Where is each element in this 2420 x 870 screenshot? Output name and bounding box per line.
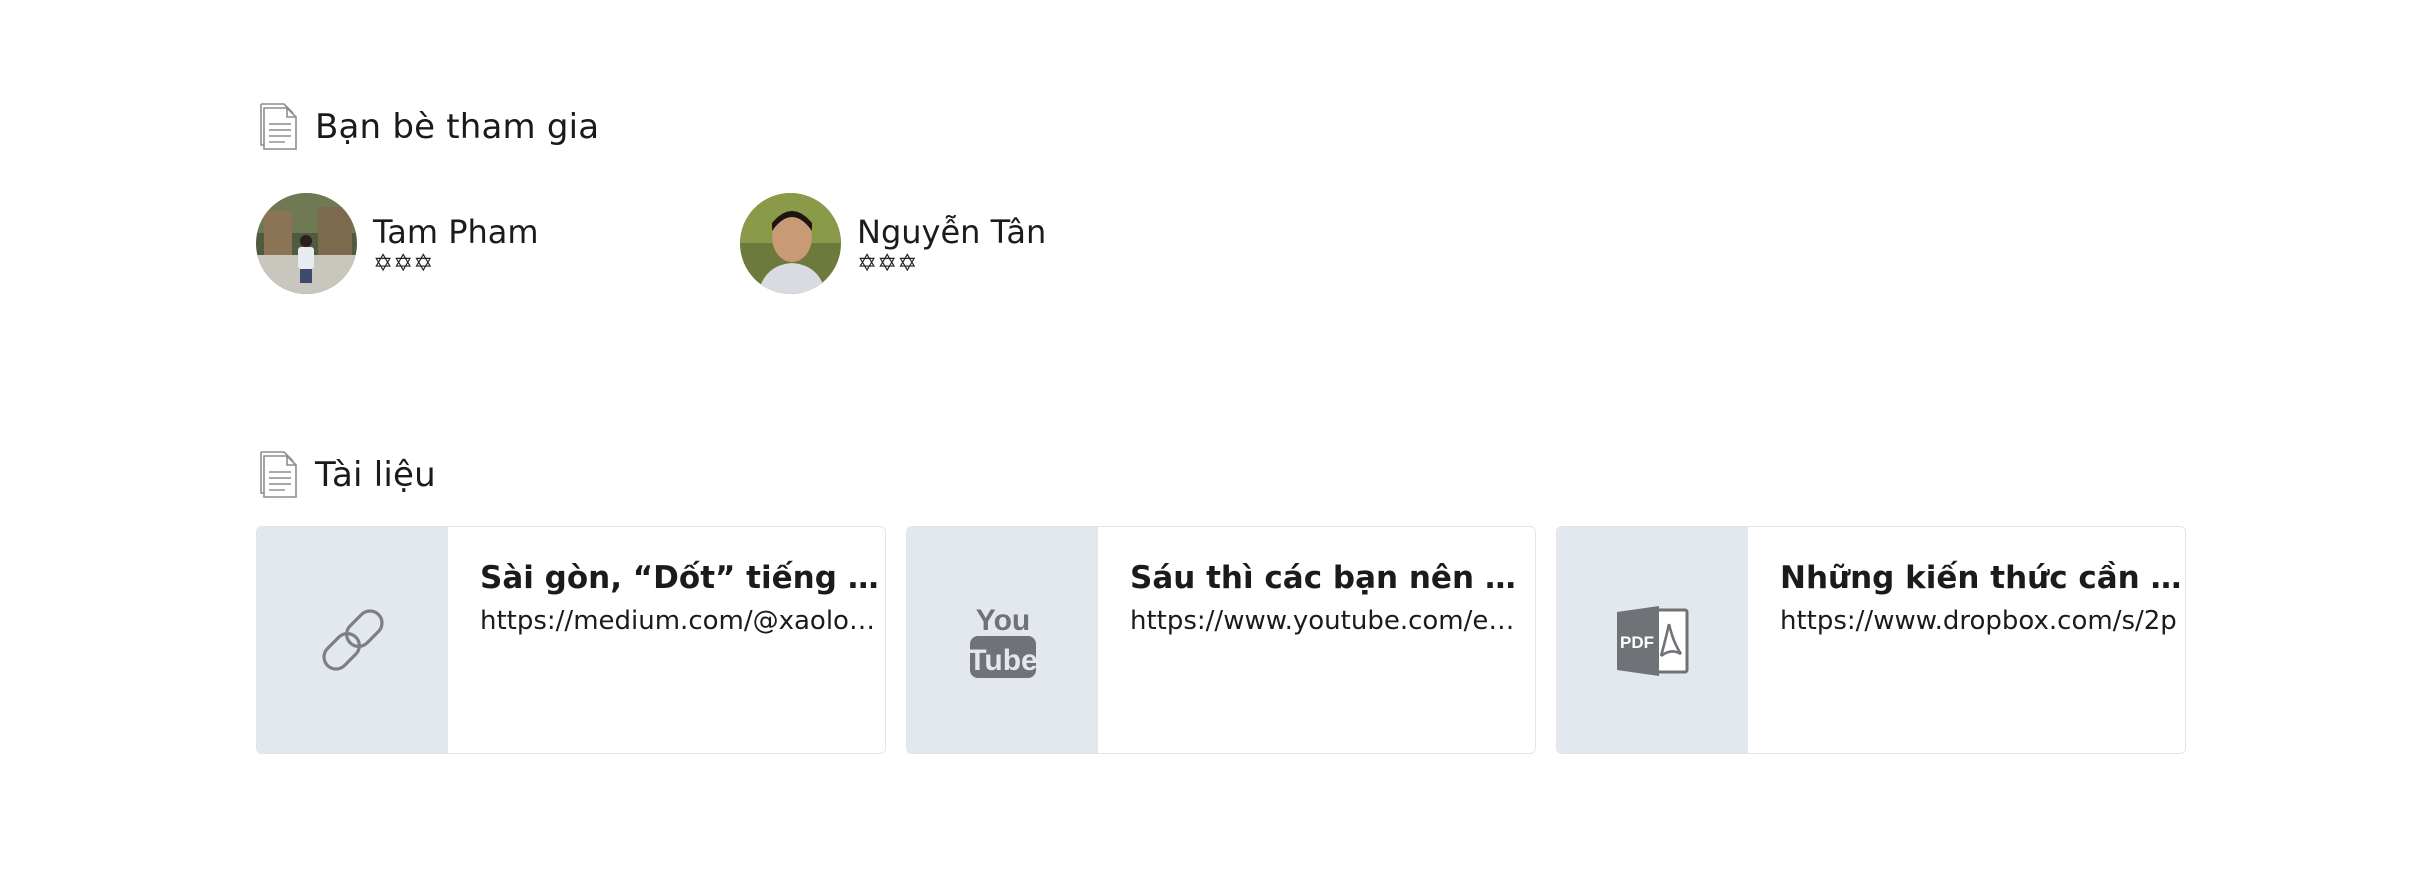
friend-item-nguyen-tan[interactable]: Nguyễn Tân ✡✡✡ <box>740 193 1046 294</box>
documents-section-title: Tài liệu <box>315 455 436 495</box>
friend-item-tam-pham[interactable]: Tam Pham ✡✡✡ <box>256 193 539 294</box>
friend-name[interactable]: Nguyễn Tân <box>857 212 1046 252</box>
friend-name[interactable]: Tam Pham <box>373 212 539 252</box>
svg-text:Tube: Tube <box>968 644 1037 677</box>
document-thumbnail[interactable] <box>257 527 448 753</box>
document-title[interactable]: Những kiến thức cần chuẩn bị <box>1780 557 2185 599</box>
svg-text:You: You <box>975 604 1029 637</box>
pdf-icon: PDF <box>1616 606 1688 676</box>
document-url[interactable]: https://www.youtube.com/embed/ <box>1130 603 1535 639</box>
document-url[interactable]: https://medium.com/@xaolonisme <box>480 603 885 639</box>
document-card-link[interactable]: Sài gòn, “Dốt” tiếng anh lắm https://med… <box>256 526 886 754</box>
avatar[interactable] <box>256 193 357 294</box>
document-icon <box>260 103 297 150</box>
document-title[interactable]: Sài gòn, “Dốt” tiếng anh lắm <box>480 557 885 599</box>
document-icon <box>260 451 297 498</box>
documents-section-header: Tài liệu <box>259 450 436 500</box>
document-title[interactable]: Sáu thì các bạn nên ưu tiên học <box>1130 557 1535 599</box>
document-thumbnail[interactable]: PDF <box>1557 527 1748 753</box>
avatar[interactable] <box>740 193 841 294</box>
friend-rating-stars: ✡✡✡ <box>857 248 918 277</box>
document-card-youtube[interactable]: You Tube Sáu thì các bạn nên ưu tiên học… <box>906 526 1536 754</box>
youtube-icon: You Tube <box>968 604 1037 678</box>
friends-section-title: Bạn bè tham gia <box>315 107 600 147</box>
document-thumbnail[interactable]: You Tube <box>907 527 1098 753</box>
friends-section-header: Bạn bè tham gia <box>259 102 599 152</box>
document-card-pdf[interactable]: PDF Những kiến thức cần chuẩn bị https:/… <box>1556 526 2186 754</box>
friend-rating-stars: ✡✡✡ <box>373 248 434 277</box>
document-url[interactable]: https://www.dropbox.com/s/2p <box>1780 603 2185 639</box>
svg-text:PDF: PDF <box>1620 633 1654 652</box>
link-icon <box>321 609 384 671</box>
